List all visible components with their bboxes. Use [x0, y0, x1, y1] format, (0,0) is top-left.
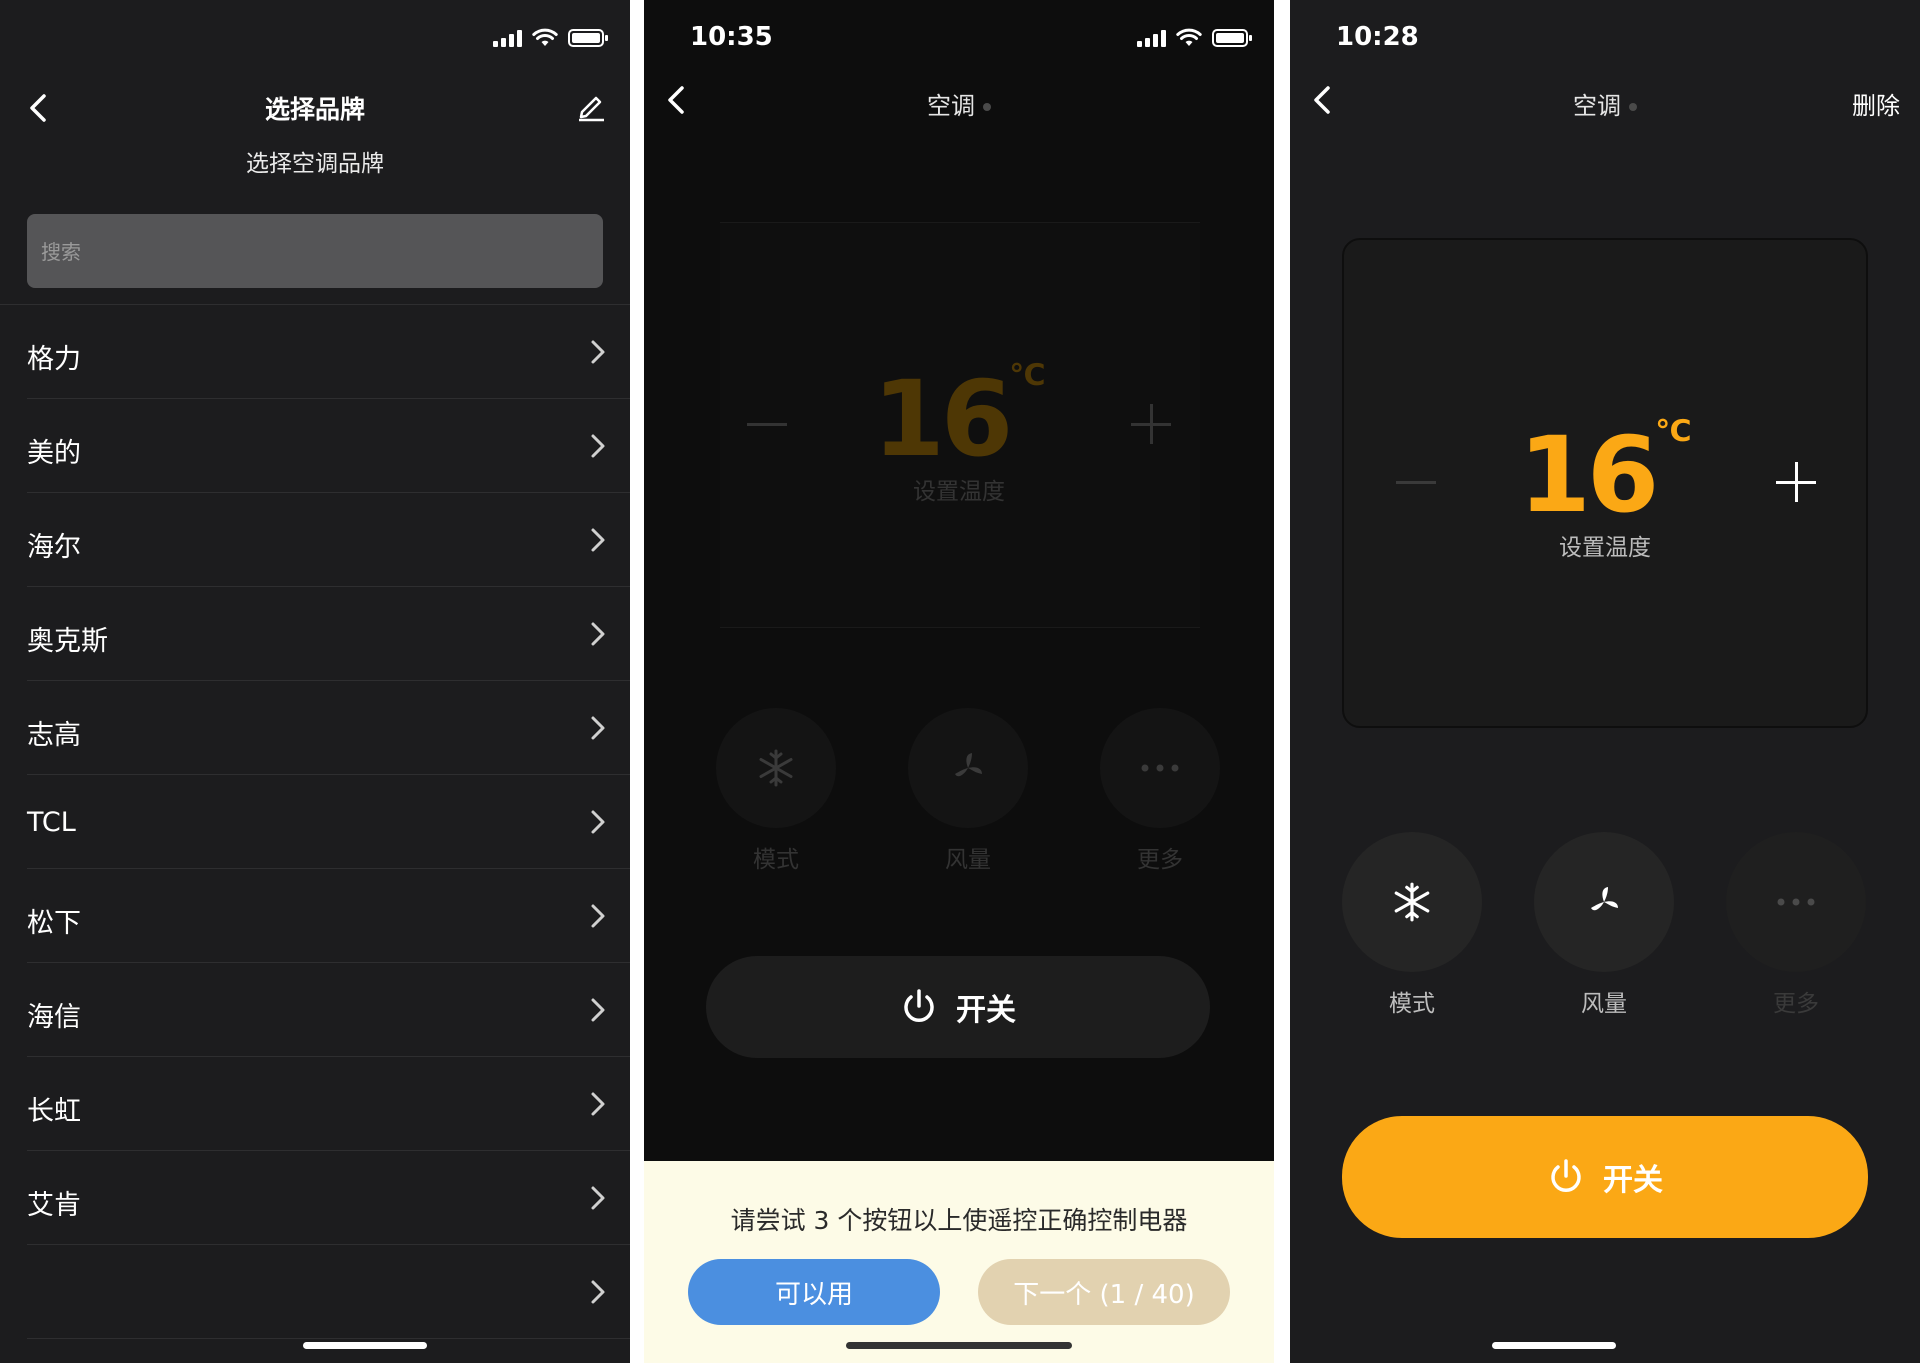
status-time: 10:28: [1336, 22, 1419, 52]
temperature-unit: ℃: [1009, 358, 1046, 393]
brand-list-item[interactable]: 志高: [27, 681, 630, 775]
status-bar: 10:28: [1290, 0, 1920, 76]
chevron-right-icon: [591, 434, 605, 458]
temperature-display: 16℃ 设置温度: [644, 358, 1274, 506]
wifi-icon: [532, 28, 558, 46]
prompt-text: 请尝试 3 个按钮以上使遥控正确控制电器: [730, 1206, 1188, 1235]
edit-icon[interactable]: [576, 92, 606, 122]
more-icon: [1141, 764, 1179, 772]
remote-screen: 10:28 空调 删除 16℃ 设置温度 模式 风量 更多 开关: [1290, 0, 1920, 1363]
test-prompt-sheet: 请尝试 3 个按钮以上使遥控正确控制电器 可以用 下一个 (1 / 40): [644, 1161, 1274, 1363]
power-label: 开关: [1603, 1163, 1663, 1198]
fan-icon: [1591, 887, 1618, 911]
brand-list-item[interactable]: 长虹: [27, 1057, 630, 1151]
brand-select-screen: 选择品牌 选择空调品牌 搜索 格力美的海尔奥克斯志高 TCL 松下海信长虹艾肯: [0, 0, 630, 1363]
chevron-right-icon: [591, 904, 605, 928]
brand-list-item[interactable]: 奥克斯: [27, 587, 630, 681]
temperature-display: 16℃ 设置温度: [1290, 414, 1920, 562]
chevron-right-icon: [591, 622, 605, 646]
works-button[interactable]: 可以用: [688, 1259, 940, 1325]
power-button[interactable]: 开关: [706, 956, 1210, 1058]
home-indicator: [1492, 1342, 1616, 1349]
temperature-value: 16: [872, 358, 1013, 480]
snowflake-icon: [759, 749, 793, 787]
chevron-right-icon: [591, 340, 605, 364]
brand-name: 志高: [27, 720, 81, 751]
signal-icon: [1137, 29, 1166, 47]
temperature-unit: ℃: [1655, 414, 1692, 449]
wifi-icon: [1176, 28, 1202, 46]
brand-name: 长虹: [27, 1096, 81, 1127]
chevron-right-icon: [591, 1092, 605, 1116]
temperature-value: 16: [1518, 414, 1659, 536]
brand-list-item[interactable]: 松下: [27, 869, 630, 963]
status-bar: [0, 0, 630, 76]
chevron-right-icon: [591, 1280, 605, 1304]
fan-label: 风量: [945, 847, 991, 873]
chevron-right-icon: [591, 528, 605, 552]
power-icon: [1551, 1159, 1581, 1192]
brand-name: TCL: [27, 807, 76, 838]
next-button[interactable]: 下一个 (1 / 40): [978, 1259, 1230, 1325]
brand-list-item[interactable]: 海信: [27, 963, 630, 1057]
chevron-right-icon: [591, 716, 605, 740]
status-dot: [983, 103, 991, 111]
brand-name: 美的: [27, 438, 81, 469]
brand-name: 艾肯: [27, 1190, 81, 1221]
brand-list-item[interactable]: [27, 1245, 630, 1339]
brand-list-item[interactable]: 美的: [27, 399, 630, 493]
brand-list-item[interactable]: 海尔: [27, 493, 630, 587]
battery-icon: [568, 29, 608, 47]
brand-name: 海信: [27, 1002, 81, 1033]
brand-list: 格力美的海尔奥克斯志高 TCL 松下海信长虹艾肯: [0, 304, 630, 1339]
status-dot: [1629, 103, 1637, 111]
more-icon: [1777, 898, 1815, 906]
chevron-right-icon: [591, 1186, 605, 1210]
mode-label: 模式: [1389, 991, 1435, 1017]
page-title-text: 空调: [1573, 92, 1621, 120]
brand-list-item[interactable]: 艾肯: [27, 1151, 630, 1245]
search-input[interactable]: 搜索: [27, 214, 603, 288]
fan-label: 风量: [1581, 991, 1627, 1017]
status-time: 10:35: [690, 22, 773, 52]
mode-label: 模式: [753, 847, 799, 873]
delete-button[interactable]: 删除: [1852, 86, 1900, 121]
chevron-right-icon: [591, 810, 605, 834]
signal-icon: [493, 29, 522, 47]
brand-name: 海尔: [27, 532, 81, 563]
status-bar: 10:35: [644, 0, 1274, 76]
mode-button[interactable]: 模式: [1342, 832, 1482, 1018]
remote-test-screen: 10:35 空调 16℃ 设置温度 模式 风量 更多 开关 请尝试 3 个按钮以…: [644, 0, 1274, 1363]
brand-list-item[interactable]: 格力: [27, 305, 630, 399]
more-label: 更多: [1773, 991, 1819, 1017]
snowflake-icon: [1394, 882, 1430, 922]
brand-name: 奥克斯: [27, 626, 108, 657]
more-button[interactable]: 更多: [1090, 708, 1230, 874]
home-indicator: [846, 1342, 1072, 1349]
fan-icon: [955, 753, 982, 777]
power-label: 开关: [956, 993, 1016, 1028]
search-placeholder: 搜索: [41, 240, 81, 264]
more-label: 更多: [1137, 847, 1183, 873]
brand-name: 松下: [27, 908, 81, 939]
page-title: 空调: [1290, 86, 1920, 121]
page-title: 选择品牌: [264, 95, 365, 124]
home-indicator: [303, 1342, 427, 1349]
fan-button[interactable]: 风量: [1534, 832, 1674, 1018]
mode-button[interactable]: 模式: [706, 708, 846, 874]
fan-button[interactable]: 风量: [898, 708, 1038, 874]
brand-name: 格力: [27, 344, 81, 375]
page-subtitle: 选择空调品牌: [246, 151, 384, 177]
page-title: 空调: [644, 86, 1274, 121]
chevron-right-icon: [591, 998, 605, 1022]
page-title-text: 空调: [927, 92, 975, 120]
temperature-label: 设置温度: [913, 479, 1005, 505]
brand-list-item[interactable]: TCL: [27, 775, 630, 869]
temperature-label: 设置温度: [1559, 535, 1651, 561]
power-icon: [904, 989, 934, 1022]
power-button[interactable]: 开关: [1342, 1116, 1868, 1238]
battery-icon: [1212, 29, 1252, 47]
more-button[interactable]: 更多: [1726, 832, 1866, 1018]
